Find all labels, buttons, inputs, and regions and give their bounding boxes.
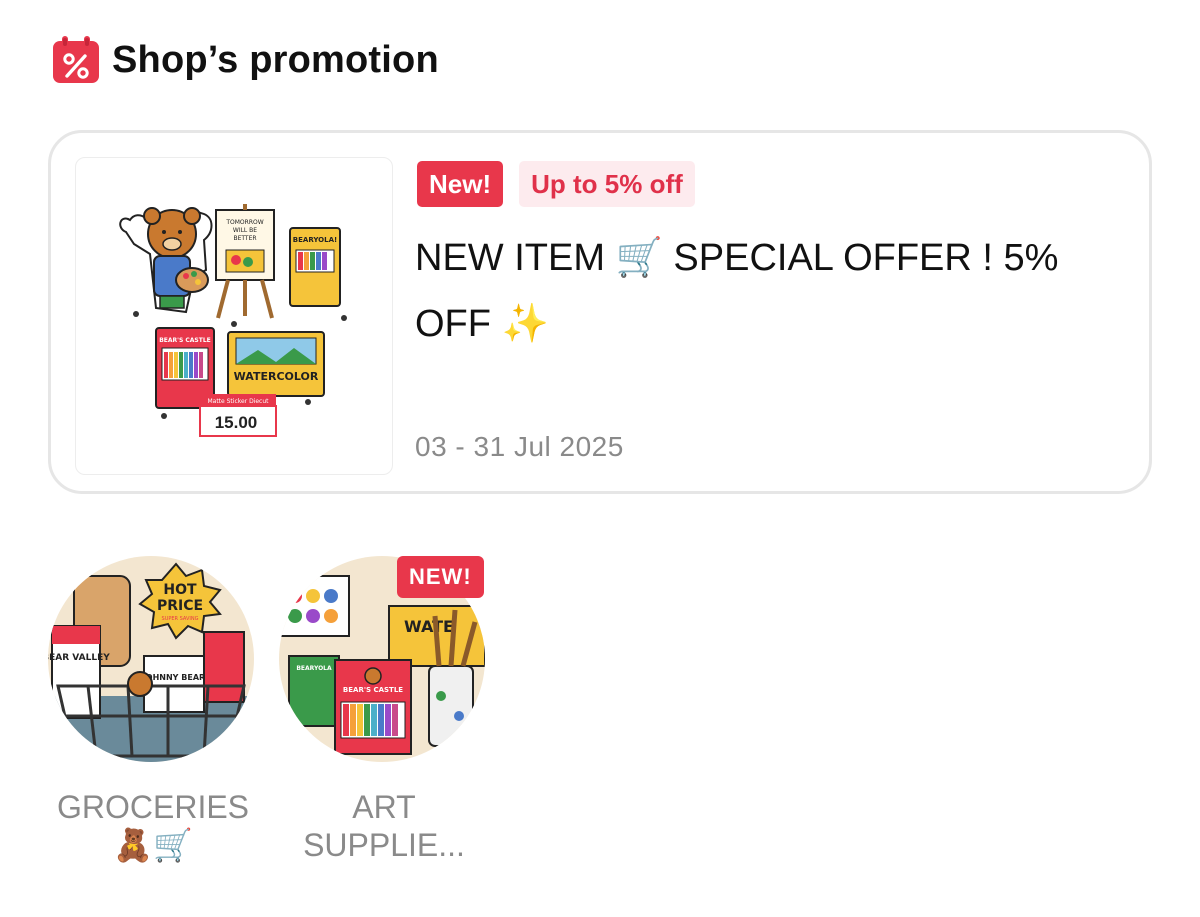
pencil-box-label: BEAR'S CASTLE [159, 337, 211, 344]
hot-price-line1: HOT [163, 582, 197, 598]
category-label-line1: ART [352, 789, 416, 825]
svg-text:BETTER: BETTER [233, 235, 256, 242]
hot-price-line3: SUPER SAVING [162, 616, 199, 622]
crayon-box-sticker: BEARYOLA! [289, 227, 347, 321]
art-box-label: BEAR'S CASTLE [343, 686, 403, 694]
svg-text:WILL BE: WILL BE [233, 227, 257, 234]
discount-badge: Up to 5% off [519, 161, 695, 207]
category-groceries-label[interactable]: GROCERIES 🧸🛒 [48, 788, 258, 864]
art-brand: BEARYOLA [296, 665, 332, 672]
new-badge: New! [417, 161, 504, 207]
promotion-dates: 03 - 31 Jul 2025 [415, 431, 624, 462]
category-groceries[interactable]: BEAR VALLEY JOHNNY BEAR HOT PRICE SUPER … [48, 556, 258, 864]
art-sign: WATE [404, 617, 454, 636]
groceries-sign: BEAR VALLEY [48, 653, 110, 663]
category-art-supplies-label[interactable]: ART SUPPLIE... [279, 788, 489, 864]
promotion-tags: New! Up to 5% off [417, 161, 695, 207]
crayon-box-brand: BEARYOLA! [293, 236, 337, 244]
promotion-headline: NEW ITEM 🛒 SPECIAL OFFER ! 5% OFF ✨ [415, 237, 1059, 345]
category-label-line2: SUPPLIE... [303, 827, 465, 863]
category-art-supplies[interactable]: WATE BEARYOLA BEAR'S CASTLE NEW! ART SUP… [279, 556, 489, 864]
price-caption: Matte Sticker Diecut [207, 398, 269, 405]
bear-painter-sticker [119, 207, 213, 317]
price-tag: Matte Sticker Diecut 15.00 [199, 394, 277, 437]
watercolor-label: WATERCOLOR [234, 370, 319, 383]
category-label-line2: 🧸🛒 [113, 827, 193, 863]
hot-price-line2: PRICE [157, 598, 203, 614]
section-header: Shop’s promotion [52, 36, 439, 84]
percent-calendar-icon [52, 36, 100, 84]
category-groceries-image[interactable]: BEAR VALLEY JOHNNY BEAR HOT PRICE SUPER … [48, 556, 254, 762]
new-badge: NEW! [397, 556, 484, 598]
easel-sticker: TOMORROW WILL BE BETTER [215, 204, 275, 327]
category-label-line1: GROCERIES [56, 789, 250, 825]
svg-text:TOMORROW: TOMORROW [225, 219, 263, 226]
price-value: 15.00 [215, 413, 258, 432]
section-title: Shop’s promotion [112, 38, 439, 81]
promotion-card[interactable]: TOMORROW WILL BE BETTER BEARYOLA! BEAR'S… [48, 130, 1152, 494]
promotion-thumbnail[interactable]: TOMORROW WILL BE BETTER BEARYOLA! BEAR'S… [75, 157, 393, 475]
